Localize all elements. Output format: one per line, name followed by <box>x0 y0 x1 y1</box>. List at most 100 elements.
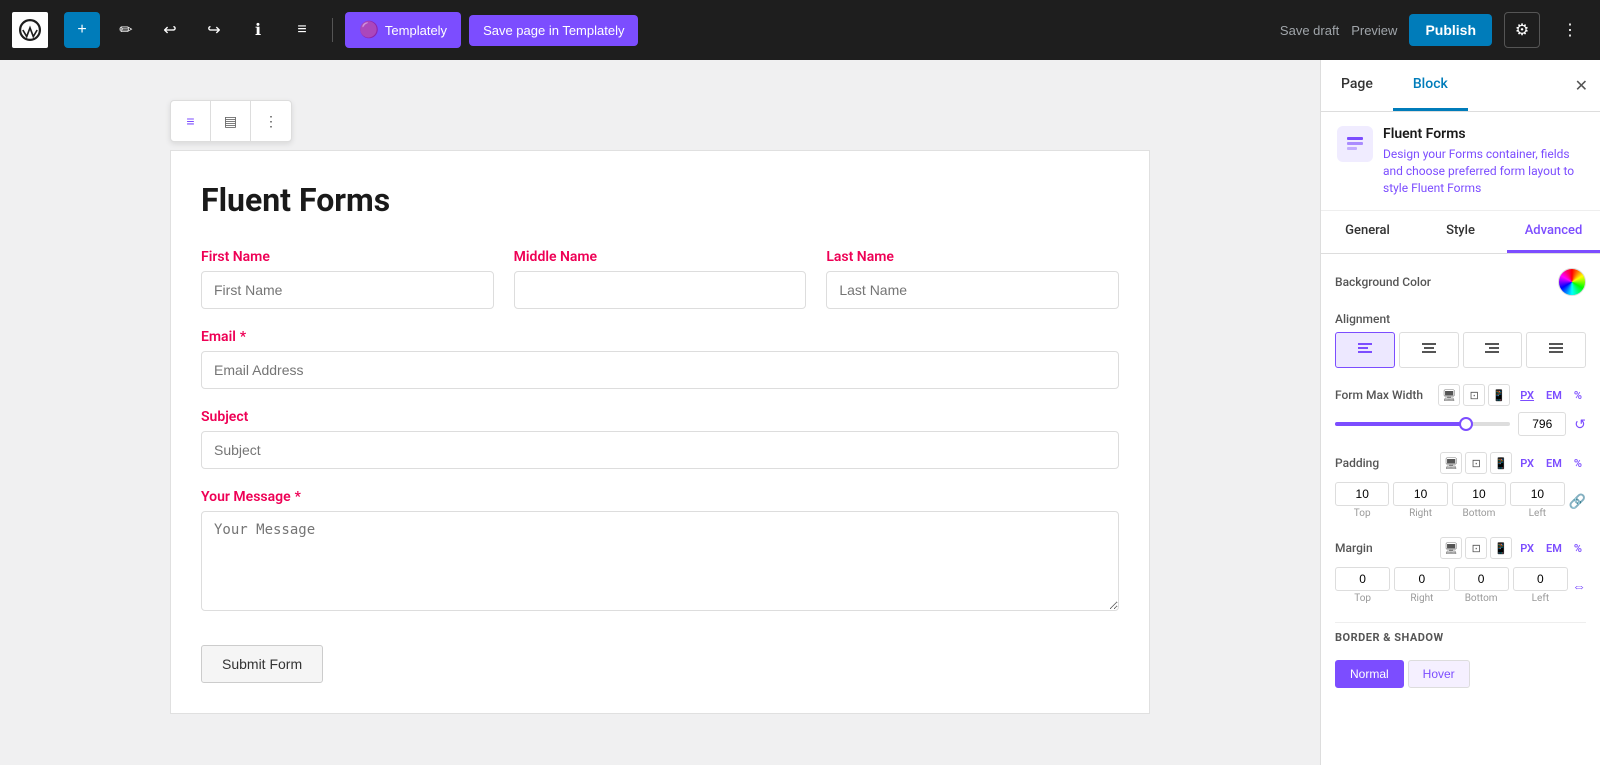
block-align-button[interactable]: ≡ <box>171 101 211 141</box>
last-name-input[interactable] <box>826 271 1119 309</box>
padding-right-input[interactable] <box>1393 482 1447 506</box>
close-icon: ✕ <box>1575 78 1588 95</box>
form-max-width-label: Form Max Width <box>1335 388 1432 402</box>
submit-label: Submit Form <box>222 656 302 672</box>
templately-button[interactable]: 🟣 Templately <box>345 12 461 48</box>
edit-button[interactable]: ✏ <box>108 12 144 48</box>
reset-icon: ↺ <box>1574 416 1586 432</box>
mobile-icon[interactable]: 📱 <box>1488 384 1510 406</box>
email-input[interactable] <box>201 351 1119 389</box>
max-width-value-input[interactable] <box>1518 412 1566 436</box>
message-input[interactable] <box>201 511 1119 611</box>
slider-thumb <box>1459 417 1473 431</box>
block-layout-icon: ▤ <box>224 113 237 130</box>
margin-mobile-icon[interactable]: 📱 <box>1490 537 1512 559</box>
margin-controls: 🖥 ⊡ 📱 PX EM % <box>1440 537 1586 559</box>
form-container: Fluent Forms First Name Middle Name Last… <box>170 150 1150 714</box>
margin-desktop-icon[interactable]: 🖥 <box>1440 537 1462 559</box>
margin-right-input[interactable] <box>1394 567 1449 591</box>
panel-close-button[interactable]: ✕ <box>1575 76 1588 96</box>
hover-tab[interactable]: Hover <box>1408 660 1470 688</box>
margin-bottom-input[interactable] <box>1454 567 1509 591</box>
email-row: Email * <box>201 329 1119 389</box>
margin-link-icon[interactable]: ⇔ <box>1572 578 1586 595</box>
device-icons: 🖥 ⊡ 📱 <box>1438 384 1510 406</box>
margin-unit-percent[interactable]: % <box>1570 540 1586 557</box>
block-more-button[interactable]: ⋮ <box>251 101 291 141</box>
margin-unit-em[interactable]: EM <box>1542 540 1566 557</box>
block-layout-button[interactable]: ▤ <box>211 101 251 141</box>
align-right-button[interactable] <box>1463 332 1523 368</box>
add-block-button[interactable]: + <box>64 12 100 48</box>
message-label: Your Message * <box>201 489 1119 505</box>
menu-icon: ≡ <box>297 21 306 39</box>
undo-button[interactable]: ↩ <box>152 12 188 48</box>
sub-tab-advanced[interactable]: Advanced <box>1507 211 1600 253</box>
margin-unit-px[interactable]: PX <box>1516 540 1538 557</box>
first-name-input[interactable] <box>201 271 494 309</box>
tablet-icon[interactable]: ⊡ <box>1463 384 1485 406</box>
info-icon: ℹ <box>255 20 261 40</box>
padding-values: Top Right Bottom Left <box>1335 482 1565 519</box>
middle-name-input[interactable] <box>514 271 807 309</box>
padding-top-input[interactable] <box>1335 482 1389 506</box>
publish-button[interactable]: Publish <box>1409 14 1492 46</box>
normal-tab[interactable]: Normal <box>1335 660 1404 688</box>
margin-bottom-label: Bottom <box>1465 593 1498 604</box>
settings-icon: ⚙ <box>1515 20 1529 40</box>
border-shadow-header: BORDER & SHADOW <box>1335 622 1586 652</box>
wp-logo[interactable] <box>12 12 48 48</box>
save-templately-label: Save page in Templately <box>483 23 624 38</box>
panel-header: Page Block ✕ <box>1321 60 1600 112</box>
email-label: Email * <box>201 329 1119 345</box>
padding-mobile-icon[interactable]: 📱 <box>1490 452 1512 474</box>
margin-row: Margin 🖥 ⊡ 📱 PX EM % <box>1335 537 1586 606</box>
padding-unit-em[interactable]: EM <box>1542 455 1566 472</box>
margin-left-input[interactable] <box>1513 567 1568 591</box>
padding-unit-percent[interactable]: % <box>1570 455 1586 472</box>
submit-button[interactable]: Submit Form <box>201 645 323 683</box>
margin-tablet-icon[interactable]: ⊡ <box>1465 537 1487 559</box>
margin-top-label: Top <box>1354 593 1371 604</box>
last-name-label: Last Name <box>826 249 1119 265</box>
reset-max-width-button[interactable]: ↺ <box>1574 416 1586 433</box>
sub-tab-style[interactable]: Style <box>1414 211 1507 253</box>
padding-unit-px[interactable]: PX <box>1516 455 1538 472</box>
color-picker[interactable] <box>1558 268 1586 296</box>
margin-top-input[interactable] <box>1335 567 1390 591</box>
padding-top-box: Top <box>1335 482 1389 519</box>
desktop-icon[interactable]: 🖥 <box>1438 384 1460 406</box>
align-justify-button[interactable] <box>1526 332 1586 368</box>
menu-button[interactable]: ≡ <box>284 12 320 48</box>
unit-percent[interactable]: % <box>1570 387 1586 404</box>
padding-desktop-icon[interactable]: 🖥 <box>1440 452 1462 474</box>
padding-left-input[interactable] <box>1510 482 1564 506</box>
save-draft-button[interactable]: Save draft <box>1280 23 1339 38</box>
redo-icon: ↪ <box>207 20 220 40</box>
main-toolbar: + ✏ ↩ ↪ ℹ ≡ 🟣 Templately Save page in Te… <box>0 0 1600 60</box>
subject-input[interactable] <box>201 431 1119 469</box>
padding-bottom-input[interactable] <box>1452 482 1506 506</box>
padding-link-icon[interactable]: 🔗 <box>1569 494 1586 510</box>
subject-field-container: Subject <box>201 409 1119 469</box>
padding-right-box: Right <box>1393 482 1447 519</box>
more-icon: ⋮ <box>1562 20 1578 40</box>
tab-block[interactable]: Block <box>1393 60 1468 111</box>
tab-page[interactable]: Page <box>1321 60 1393 111</box>
padding-header: Padding 🖥 ⊡ 📱 PX EM % <box>1335 452 1586 474</box>
align-center-button[interactable] <box>1399 332 1459 368</box>
sub-tab-general[interactable]: General <box>1321 211 1414 253</box>
message-field-container: Your Message * <box>201 489 1119 615</box>
save-templately-button[interactable]: Save page in Templately <box>469 15 638 46</box>
preview-button[interactable]: Preview <box>1351 23 1397 38</box>
max-width-slider[interactable] <box>1335 422 1510 426</box>
padding-tablet-icon[interactable]: ⊡ <box>1465 452 1487 474</box>
more-options-button[interactable]: ⋮ <box>1552 12 1588 48</box>
redo-button[interactable]: ↪ <box>196 12 232 48</box>
info-button[interactable]: ℹ <box>240 12 276 48</box>
align-left-button[interactable] <box>1335 332 1395 368</box>
unit-px[interactable]: PX <box>1516 387 1538 404</box>
unit-em[interactable]: EM <box>1542 387 1566 404</box>
subject-row: Subject <box>201 409 1119 469</box>
settings-button[interactable]: ⚙ <box>1504 12 1540 48</box>
